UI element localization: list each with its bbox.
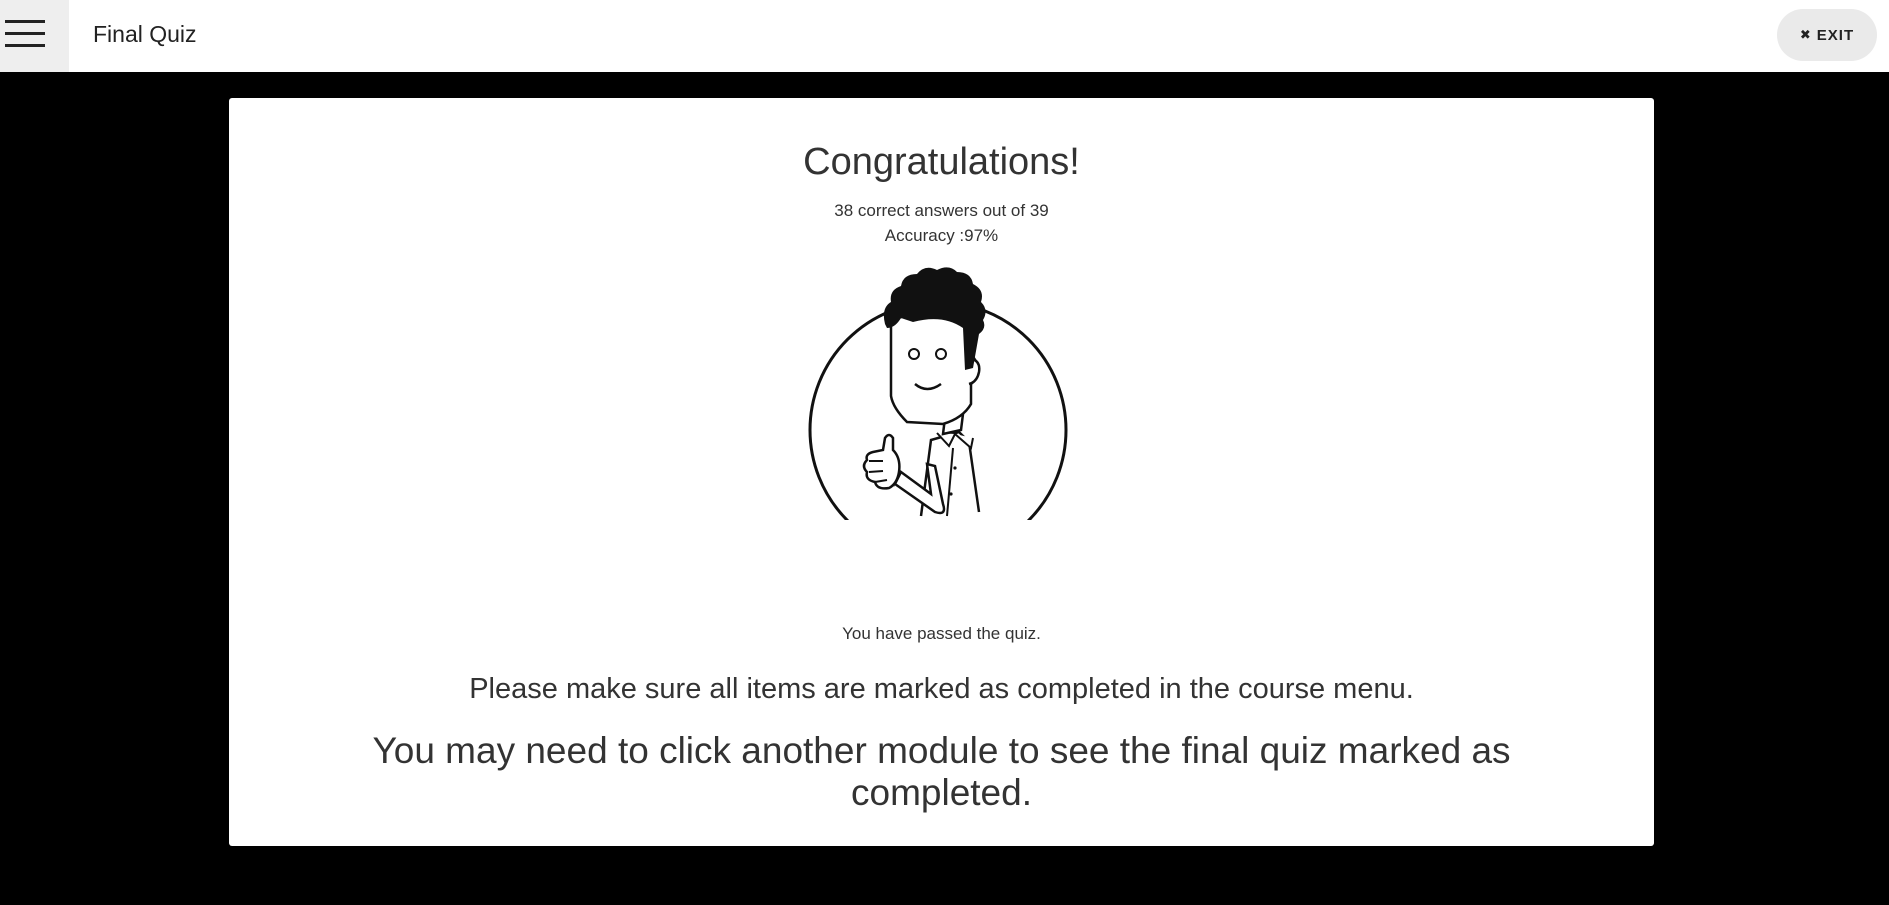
congratulations-heading: Congratulations! (803, 141, 1080, 183)
top-bar: Final Quiz ✖ EXIT (0, 0, 1889, 72)
module-note: You may need to click another module to … (372, 730, 1511, 813)
score-summary: 38 correct answers out of 39 Accuracy :9… (229, 198, 1654, 248)
exit-label: EXIT (1816, 26, 1855, 44)
hamburger-menu-icon (5, 20, 45, 48)
page-title: Final Quiz (93, 21, 197, 47)
passed-message: You have passed the quiz. (842, 624, 1041, 643)
exit-button[interactable]: ✖ EXIT (1777, 9, 1877, 61)
score-line: 38 correct answers out of 39 (834, 201, 1049, 220)
menu-button[interactable] (0, 0, 69, 72)
completion-reminder: Please make sure all items are marked as… (469, 673, 1414, 705)
accuracy-line: Accuracy :97% (884, 226, 999, 245)
result-card: Congratulations! 38 correct answers out … (229, 98, 1654, 846)
close-icon: ✖ (1799, 27, 1812, 42)
thumbs-up-character-illustration (808, 267, 1068, 520)
